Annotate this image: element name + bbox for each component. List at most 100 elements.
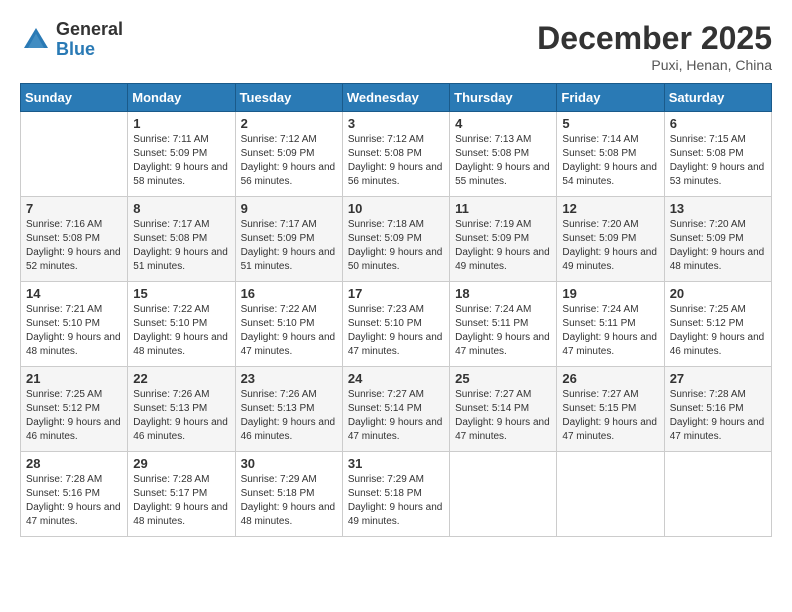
day-number: 23 <box>241 371 337 386</box>
day-info: Sunrise: 7:27 AMSunset: 5:14 PMDaylight:… <box>348 388 444 444</box>
calendar-week-row: 21 Sunrise: 7:25 AMSunset: 5:12 PMDayligh… <box>21 367 772 452</box>
calendar-week-row: 28 Sunrise: 7:28 AMSunset: 5:16 PMDayligh… <box>21 452 772 537</box>
day-info: Sunrise: 7:21 AMSunset: 5:10 PMDaylight:… <box>26 303 122 359</box>
day-of-week-header: Tuesday <box>235 84 342 112</box>
location-subtitle: Puxi, Henan, China <box>537 57 772 73</box>
day-number: 14 <box>26 286 122 301</box>
calendar-day-cell: 12Sunrise: 7:20 AMSunset: 5:09 PMDayligh… <box>557 197 664 282</box>
day-info: Sunrise: 7:14 AMSunset: 5:08 PMDaylight:… <box>562 133 658 189</box>
day-number: 17 <box>348 286 444 301</box>
day-info: Sunrise: 7:29 AMSunset: 5:18 PMDaylight:… <box>241 473 337 529</box>
calendar-day-cell <box>21 112 128 197</box>
calendar-day-cell: 8Sunrise: 7:17 AMSunset: 5:08 PMDaylight… <box>128 197 235 282</box>
day-info: Sunrise: 7:20 AMSunset: 5:09 PMDaylight:… <box>562 218 658 274</box>
day-info: Sunrise: 7:28 AMSunset: 5:16 PMDaylight:… <box>670 388 766 444</box>
calendar-day-cell: 29 Sunrise: 7:28 AMSunset: 5:17 PMDayligh… <box>128 452 235 537</box>
calendar-day-cell: 9 Sunrise: 7:17 AMSunset: 5:09 PMDaylight… <box>235 197 342 282</box>
day-info: Sunrise: 7:27 AMSunset: 5:15 PMDaylight:… <box>562 388 658 444</box>
day-info: Sunrise: 7:29 AMSunset: 5:18 PMDaylight:… <box>348 473 444 529</box>
day-number: 22 <box>133 371 229 386</box>
day-number: 1 <box>133 116 229 131</box>
day-of-week-header: Monday <box>128 84 235 112</box>
day-number: 18 <box>455 286 551 301</box>
calendar-day-cell: 24 Sunrise: 7:27 AMSunset: 5:14 PMDayligh… <box>342 367 449 452</box>
calendar-header-row: SundayMondayTuesdayWednesdayThursdayFrid… <box>21 84 772 112</box>
day-number: 30 <box>241 456 337 471</box>
day-info: Sunrise: 7:19 AMSunset: 5:09 PMDaylight:… <box>455 218 551 274</box>
day-number: 31 <box>348 456 444 471</box>
day-info: Sunrise: 7:12 AMSunset: 5:08 PMDaylight:… <box>348 133 444 189</box>
logo: General Blue <box>20 20 123 60</box>
calendar-day-cell: 3 Sunrise: 7:12 AMSunset: 5:08 PMDaylight… <box>342 112 449 197</box>
day-info: Sunrise: 7:26 AMSunset: 5:13 PMDaylight:… <box>241 388 337 444</box>
day-number: 16 <box>241 286 337 301</box>
calendar-day-cell: 26Sunrise: 7:27 AMSunset: 5:15 PMDayligh… <box>557 367 664 452</box>
calendar-day-cell: 2Sunrise: 7:12 AMSunset: 5:09 PMDaylight… <box>235 112 342 197</box>
calendar-day-cell: 4Sunrise: 7:13 AMSunset: 5:08 PMDaylight… <box>450 112 557 197</box>
day-info: Sunrise: 7:25 AMSunset: 5:12 PMDaylight:… <box>26 388 122 444</box>
day-info: Sunrise: 7:18 AMSunset: 5:09 PMDaylight:… <box>348 218 444 274</box>
day-info: Sunrise: 7:23 AMSunset: 5:10 PMDaylight:… <box>348 303 444 359</box>
day-number: 11 <box>455 201 551 216</box>
day-number: 29 <box>133 456 229 471</box>
calendar-day-cell: 5 Sunrise: 7:14 AMSunset: 5:08 PMDaylight… <box>557 112 664 197</box>
day-info: Sunrise: 7:11 AMSunset: 5:09 PMDaylight:… <box>133 133 229 189</box>
day-info: Sunrise: 7:24 AMSunset: 5:11 PMDaylight:… <box>562 303 658 359</box>
day-number: 20 <box>670 286 766 301</box>
day-info: Sunrise: 7:17 AMSunset: 5:09 PMDaylight:… <box>241 218 337 274</box>
calendar-day-cell: 19 Sunrise: 7:24 AMSunset: 5:11 PMDayligh… <box>557 282 664 367</box>
calendar-day-cell: 6Sunrise: 7:15 AMSunset: 5:08 PMDaylight… <box>664 112 771 197</box>
day-number: 27 <box>670 371 766 386</box>
day-info: Sunrise: 7:12 AMSunset: 5:09 PMDaylight:… <box>241 133 337 189</box>
calendar-day-cell: 18 Sunrise: 7:24 AMSunset: 5:11 PMDayligh… <box>450 282 557 367</box>
logo-text: General Blue <box>56 20 123 60</box>
day-number: 5 <box>562 116 658 131</box>
day-of-week-header: Sunday <box>21 84 128 112</box>
calendar-week-row: 7Sunrise: 7:16 AMSunset: 5:08 PMDaylight… <box>21 197 772 282</box>
day-of-week-header: Saturday <box>664 84 771 112</box>
calendar-day-cell: 14 Sunrise: 7:21 AMSunset: 5:10 PMDayligh… <box>21 282 128 367</box>
calendar-day-cell <box>557 452 664 537</box>
day-number: 9 <box>241 201 337 216</box>
calendar-day-cell <box>450 452 557 537</box>
day-info: Sunrise: 7:28 AMSunset: 5:17 PMDaylight:… <box>133 473 229 529</box>
page-header: General Blue December 2025 Puxi, Henan, … <box>20 20 772 73</box>
day-of-week-header: Friday <box>557 84 664 112</box>
day-of-week-header: Thursday <box>450 84 557 112</box>
title-section: December 2025 Puxi, Henan, China <box>537 20 772 73</box>
calendar-day-cell: 21 Sunrise: 7:25 AMSunset: 5:12 PMDayligh… <box>21 367 128 452</box>
day-number: 19 <box>562 286 658 301</box>
day-number: 28 <box>26 456 122 471</box>
logo-icon <box>20 24 52 56</box>
logo-blue: Blue <box>56 40 123 60</box>
calendar-day-cell: 11 Sunrise: 7:19 AMSunset: 5:09 PMDayligh… <box>450 197 557 282</box>
calendar-day-cell: 28 Sunrise: 7:28 AMSunset: 5:16 PMDayligh… <box>21 452 128 537</box>
day-info: Sunrise: 7:16 AMSunset: 5:08 PMDaylight:… <box>26 218 122 274</box>
calendar-day-cell: 16 Sunrise: 7:22 AMSunset: 5:10 PMDayligh… <box>235 282 342 367</box>
calendar-day-cell: 22Sunrise: 7:26 AMSunset: 5:13 PMDayligh… <box>128 367 235 452</box>
day-info: Sunrise: 7:13 AMSunset: 5:08 PMDaylight:… <box>455 133 551 189</box>
calendar-day-cell: 1 Sunrise: 7:11 AMSunset: 5:09 PMDaylight… <box>128 112 235 197</box>
day-number: 3 <box>348 116 444 131</box>
day-number: 13 <box>670 201 766 216</box>
day-info: Sunrise: 7:22 AMSunset: 5:10 PMDaylight:… <box>133 303 229 359</box>
calendar-day-cell: 30 Sunrise: 7:29 AMSunset: 5:18 PMDayligh… <box>235 452 342 537</box>
calendar-week-row: 14 Sunrise: 7:21 AMSunset: 5:10 PMDayligh… <box>21 282 772 367</box>
calendar-week-row: 1 Sunrise: 7:11 AMSunset: 5:09 PMDaylight… <box>21 112 772 197</box>
month-title: December 2025 <box>537 20 772 57</box>
calendar-day-cell: 27 Sunrise: 7:28 AMSunset: 5:16 PMDayligh… <box>664 367 771 452</box>
day-info: Sunrise: 7:28 AMSunset: 5:16 PMDaylight:… <box>26 473 122 529</box>
day-number: 25 <box>455 371 551 386</box>
day-info: Sunrise: 7:24 AMSunset: 5:11 PMDaylight:… <box>455 303 551 359</box>
calendar-day-cell: 23 Sunrise: 7:26 AMSunset: 5:13 PMDayligh… <box>235 367 342 452</box>
calendar-day-cell: 15 Sunrise: 7:22 AMSunset: 5:10 PMDayligh… <box>128 282 235 367</box>
day-number: 15 <box>133 286 229 301</box>
day-number: 21 <box>26 371 122 386</box>
day-number: 24 <box>348 371 444 386</box>
day-number: 10 <box>348 201 444 216</box>
day-info: Sunrise: 7:20 AMSunset: 5:09 PMDaylight:… <box>670 218 766 274</box>
day-info: Sunrise: 7:22 AMSunset: 5:10 PMDaylight:… <box>241 303 337 359</box>
logo-general: General <box>56 20 123 40</box>
day-info: Sunrise: 7:17 AMSunset: 5:08 PMDaylight:… <box>133 218 229 274</box>
day-info: Sunrise: 7:25 AMSunset: 5:12 PMDaylight:… <box>670 303 766 359</box>
